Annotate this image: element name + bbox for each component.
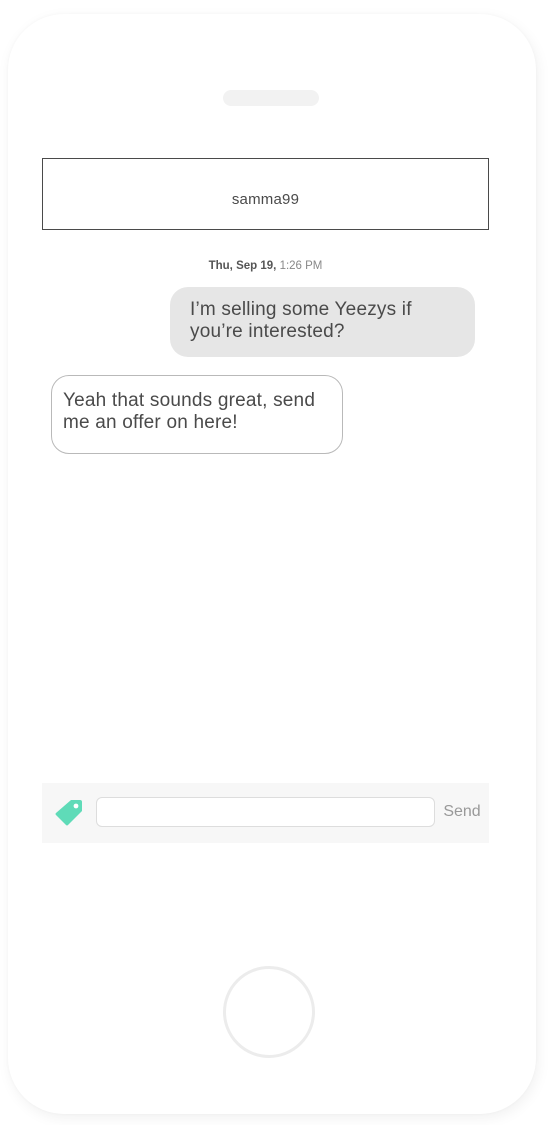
chat-screen: samma99 Thu, Sep 19, 1:26 PM I’m selling… bbox=[42, 158, 489, 843]
incoming-message-bubble[interactable]: Yeah that sounds great, send me an offer… bbox=[51, 375, 343, 454]
chat-header: samma99 bbox=[42, 158, 489, 230]
price-tag-icon[interactable] bbox=[54, 797, 84, 827]
send-button[interactable]: Send bbox=[440, 797, 484, 827]
timestamp-time: 1:26 PM bbox=[279, 260, 323, 272]
message-composer: Send bbox=[42, 783, 489, 843]
message-input[interactable] bbox=[96, 797, 435, 827]
contact-name[interactable]: samma99 bbox=[232, 191, 299, 208]
phone-speaker bbox=[223, 90, 319, 106]
outgoing-message-bubble[interactable]: I’m selling some Yeezys if you’re intere… bbox=[170, 287, 475, 357]
message-timestamp: Thu, Sep 19, 1:26 PM bbox=[42, 260, 489, 272]
timestamp-day: Thu, Sep 19, bbox=[208, 260, 277, 272]
home-button[interactable] bbox=[223, 966, 315, 1058]
